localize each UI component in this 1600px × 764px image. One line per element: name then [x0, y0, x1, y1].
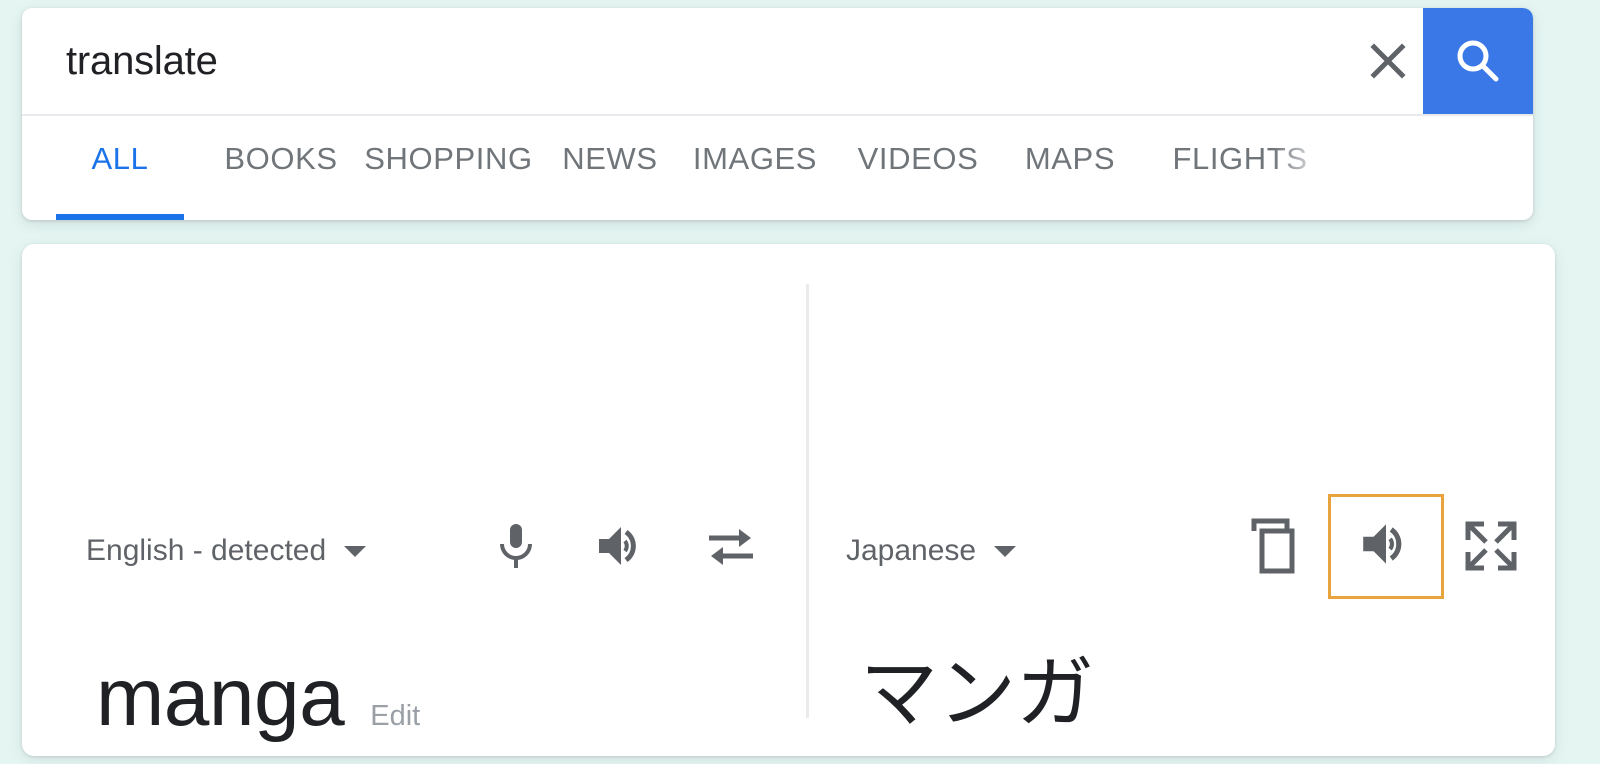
tab-label: NEWS: [562, 141, 657, 177]
tab-books[interactable]: BOOKS: [226, 116, 336, 220]
copy-translation-button[interactable]: [1244, 516, 1306, 576]
swap-horizontal-icon: [703, 522, 759, 570]
clear-search-button[interactable]: [1357, 30, 1419, 92]
source-language-dropdown[interactable]: English - detected: [86, 534, 366, 568]
close-icon: [1365, 38, 1411, 84]
panel-divider: [806, 284, 809, 718]
tab-images[interactable]: IMAGES: [690, 116, 820, 220]
tab-label: SHOPPING: [364, 141, 532, 177]
tab-maps[interactable]: MAPS: [1020, 116, 1120, 220]
swap-languages-button[interactable]: [700, 520, 762, 572]
source-language-label: English - detected: [86, 534, 326, 568]
source-text-area[interactable]: manga Edit: [96, 652, 420, 744]
search-input[interactable]: [66, 8, 1306, 114]
tab-all[interactable]: ALL: [56, 116, 184, 220]
edit-link[interactable]: Edit: [370, 700, 420, 733]
search-card: ALL BOOKS SHOPPING NEWS IMAGES VIDEOS MA…: [22, 8, 1533, 220]
search-bar-row: [22, 8, 1533, 116]
chevron-down-icon: [344, 546, 366, 557]
target-language-label: Japanese: [846, 534, 976, 568]
tab-news[interactable]: NEWS: [556, 116, 664, 220]
tab-label: FLIGHTS: [1172, 141, 1307, 177]
speaker-icon: [593, 520, 649, 572]
speaker-icon: [1357, 517, 1415, 576]
chevron-down-icon: [994, 546, 1016, 557]
tab-label: MAPS: [1025, 141, 1115, 177]
target-listen-button[interactable]: [1328, 494, 1444, 599]
tab-label: IMAGES: [693, 141, 817, 177]
tab-shopping[interactable]: SHOPPING: [366, 116, 531, 220]
tab-label: ALL: [92, 141, 149, 177]
source-listen-button[interactable]: [590, 518, 652, 574]
source-word: manga: [96, 652, 344, 744]
expand-fullscreen-button[interactable]: [1460, 516, 1522, 576]
microphone-button[interactable]: [488, 518, 544, 574]
search-submit-button[interactable]: [1423, 8, 1533, 114]
tab-videos[interactable]: VIDEOS: [858, 116, 978, 220]
tab-label: VIDEOS: [858, 141, 979, 177]
search-tabs: ALL BOOKS SHOPPING NEWS IMAGES VIDEOS MA…: [22, 116, 1533, 220]
copy-icon: [1247, 517, 1303, 575]
search-icon: [1451, 34, 1505, 88]
microphone-icon: [491, 520, 541, 572]
fullscreen-icon: [1462, 518, 1520, 574]
translated-text: マンガ: [860, 646, 1094, 742]
translate-card: English - detected: [22, 244, 1555, 756]
tab-label: BOOKS: [224, 141, 337, 177]
tab-flights[interactable]: FLIGHTS: [1165, 116, 1315, 220]
target-language-dropdown[interactable]: Japanese: [846, 534, 1016, 568]
